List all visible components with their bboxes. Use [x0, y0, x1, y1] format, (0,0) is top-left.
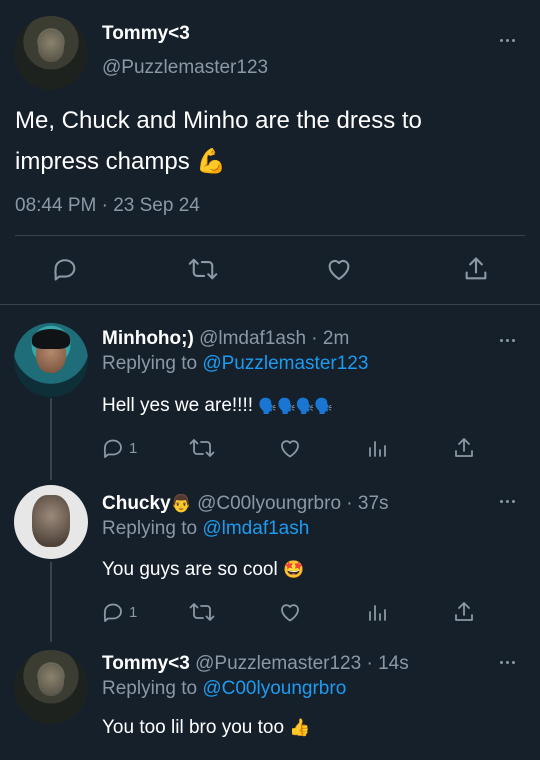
reply-text: Hell yes we are!!!! 🗣️🗣️🗣️🗣️ [102, 395, 333, 417]
mention-link[interactable]: @lmdaf1ash [202, 518, 309, 539]
author-name[interactable]: Minhoho;) [102, 328, 194, 349]
author-name[interactable]: Tommy<3 [102, 653, 190, 674]
reply-icon[interactable] [101, 600, 125, 624]
replying-to: Replying to @Puzzlemaster123 [102, 353, 368, 375]
retweet-icon[interactable] [189, 436, 215, 460]
author-name[interactable]: Chucky [102, 493, 171, 514]
avatar[interactable] [14, 16, 88, 90]
like-icon[interactable] [325, 255, 353, 283]
share-icon[interactable] [462, 255, 490, 283]
more-options-icon[interactable] [500, 339, 515, 342]
reply-count: 1 [129, 440, 138, 457]
star-struck-emoji: 🤩 [282, 560, 305, 580]
replying-label: Replying to [102, 518, 198, 539]
flexed-biceps-emoji: 💪 [196, 147, 227, 175]
avatar[interactable] [14, 650, 88, 724]
divider [15, 235, 525, 236]
avatar[interactable] [14, 485, 88, 559]
reply-header: Chucky👨 @C00lyoungrbro · 37s [102, 493, 389, 515]
tweet-text-line2: impress champs [15, 148, 190, 175]
reply-icon[interactable] [51, 255, 79, 283]
reply-text: You too lil bro you too 👍 [102, 717, 311, 739]
reply-tweet: Minhoho;) @lmdaf1ash · 2m Replying to @P… [0, 305, 540, 470]
like-icon[interactable] [278, 436, 302, 460]
reply-header: Tommy<3 @Puzzlemaster123 · 14s [102, 653, 409, 675]
thumbs-up-emoji: 👍 [289, 718, 311, 738]
mention-link[interactable]: @Puzzlemaster123 [202, 353, 368, 374]
tweet-text: Me, Chuck and Minho are the dress to imp… [15, 101, 515, 182]
replying-label: Replying to [102, 678, 198, 699]
speaking-head-emoji: 🗣️🗣️🗣️🗣️ [258, 397, 333, 415]
reply-text-body: You too lil bro you too [102, 717, 285, 738]
reply-header: Minhoho;) @lmdaf1ash · 2m [102, 328, 349, 350]
share-icon[interactable] [452, 600, 476, 624]
analytics-icon[interactable] [365, 436, 389, 460]
main-tweet: Tommy<3 @Puzzlemaster123 Me, Chuck and M… [0, 0, 540, 305]
reply-icon[interactable] [101, 436, 125, 460]
reply-text-body: You guys are so cool [102, 559, 278, 580]
retweet-icon[interactable] [189, 600, 215, 624]
replying-to: Replying to @C00lyoungrbro [102, 678, 346, 700]
author-handle-time[interactable]: @C00lyoungrbro · 37s [197, 493, 388, 514]
author-handle-time[interactable]: @lmdaf1ash · 2m [199, 328, 349, 349]
reply-tweet: Chucky👨 @C00lyoungrbro · 37s Replying to… [0, 470, 540, 635]
more-options-icon[interactable] [500, 661, 515, 664]
more-options-icon[interactable] [500, 500, 515, 503]
replying-label: Replying to [102, 353, 198, 374]
more-options-icon[interactable] [500, 39, 515, 42]
mention-link[interactable]: @C00lyoungrbro [202, 678, 346, 699]
share-icon[interactable] [452, 436, 476, 460]
like-icon[interactable] [278, 600, 302, 624]
author-name[interactable]: Tommy<3 [102, 23, 190, 45]
tweet-text-line1: Me, Chuck and Minho are the dress to [15, 107, 422, 134]
reply-count: 1 [129, 604, 138, 621]
author-handle-time[interactable]: @Puzzlemaster123 · 14s [195, 653, 409, 674]
analytics-icon[interactable] [365, 600, 389, 624]
reply-text-body: Hell yes we are!!!! [102, 395, 253, 416]
person-emoji: 👨 [170, 494, 192, 514]
author-handle[interactable]: @Puzzlemaster123 [102, 57, 268, 79]
retweet-icon[interactable] [188, 255, 218, 283]
replying-to: Replying to @lmdaf1ash [102, 518, 309, 540]
tweet-timestamp[interactable]: 08:44 PM · 23 Sep 24 [15, 195, 200, 217]
avatar[interactable] [14, 323, 88, 397]
reply-tweet: Tommy<3 @Puzzlemaster123 · 14s Replying … [0, 635, 540, 760]
reply-text: You guys are so cool 🤩 [102, 559, 304, 581]
